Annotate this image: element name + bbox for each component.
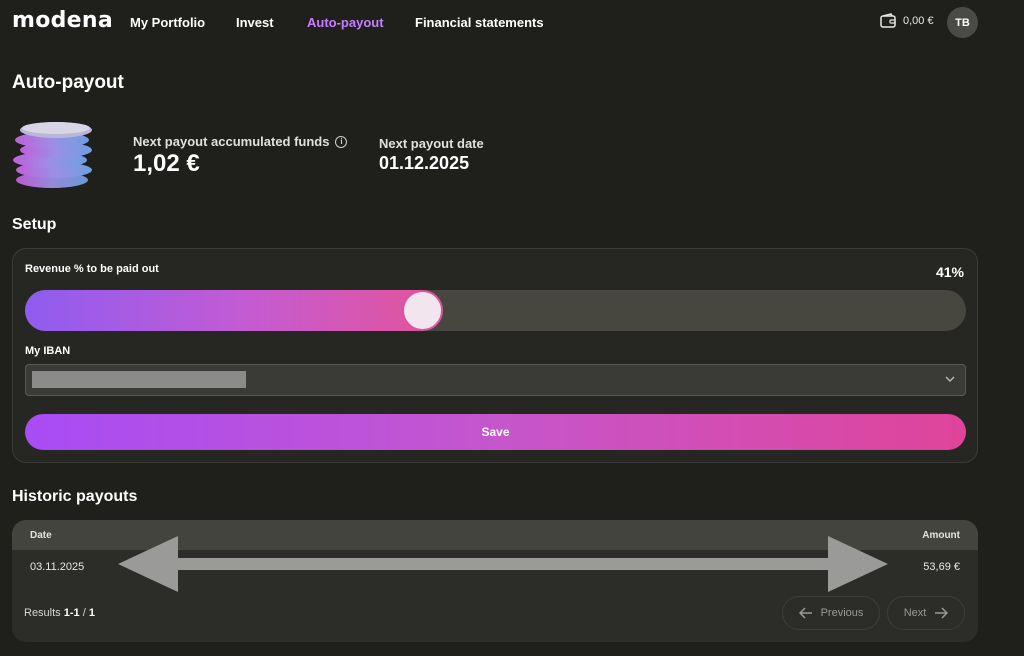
accumulated-funds-text: Next payout accumulated funds [133, 134, 330, 149]
nav-invest[interactable]: Invest [236, 15, 274, 30]
results-prefix: Results [24, 607, 61, 619]
accumulated-funds-label: Next payout accumulated funds i [133, 134, 348, 149]
wallet-balance[interactable]: 0,00 € [903, 15, 934, 27]
setup-card: Revenue % to be paid out 41% My IBAN Sav… [12, 248, 978, 463]
slider-fill [25, 290, 423, 331]
info-icon[interactable]: i [335, 135, 348, 148]
results-range: 1-1 [63, 607, 80, 619]
logo[interactable]: modena [12, 8, 113, 33]
historic-payouts-title: Historic payouts [12, 488, 138, 505]
save-button[interactable]: Save [25, 414, 966, 450]
iban-redacted-value [32, 371, 246, 388]
nav-auto-payout[interactable]: Auto-payout [307, 15, 384, 30]
nav-my-portfolio[interactable]: My Portfolio [130, 15, 205, 30]
arrow-right-icon [935, 607, 949, 619]
nav-financial-statements[interactable]: Financial statements [415, 15, 544, 30]
coins-stack-icon [13, 122, 92, 188]
top-navigation: modena My Portfolio Invest Auto-payout F… [0, 0, 1024, 44]
next-payout-date-label: Next payout date [379, 136, 484, 151]
results-count: Results 1-1 / 1 [24, 607, 95, 619]
slider-thumb[interactable] [402, 290, 443, 331]
next-button[interactable]: Next [887, 596, 965, 630]
avatar[interactable]: TB [947, 7, 978, 38]
accumulated-funds-value: 1,02 € [133, 150, 200, 177]
revenue-value: 41% [935, 264, 964, 280]
iban-select[interactable] [25, 364, 966, 396]
page-title: Auto-payout [12, 72, 124, 93]
setup-title: Setup [12, 216, 57, 233]
row-amount: 53,69 € [923, 561, 960, 573]
iban-label: My IBAN [25, 345, 71, 357]
double-arrow-overlay [118, 536, 888, 592]
chevron-down-icon [945, 376, 955, 382]
results-total: 1 [88, 607, 95, 619]
revenue-label: Revenue % to be paid out [25, 263, 159, 275]
row-date: 03.11.2025 [30, 561, 85, 573]
column-amount: Amount [922, 530, 960, 541]
next-payout-date-value: 01.12.2025 [379, 153, 470, 173]
previous-label: Previous [820, 607, 864, 619]
arrow-left-icon [798, 607, 812, 619]
wallet-icon[interactable] [879, 12, 897, 30]
previous-button[interactable]: Previous [782, 596, 880, 630]
column-date: Date [30, 530, 52, 541]
next-label: Next [903, 607, 927, 619]
revenue-slider[interactable] [25, 290, 966, 331]
